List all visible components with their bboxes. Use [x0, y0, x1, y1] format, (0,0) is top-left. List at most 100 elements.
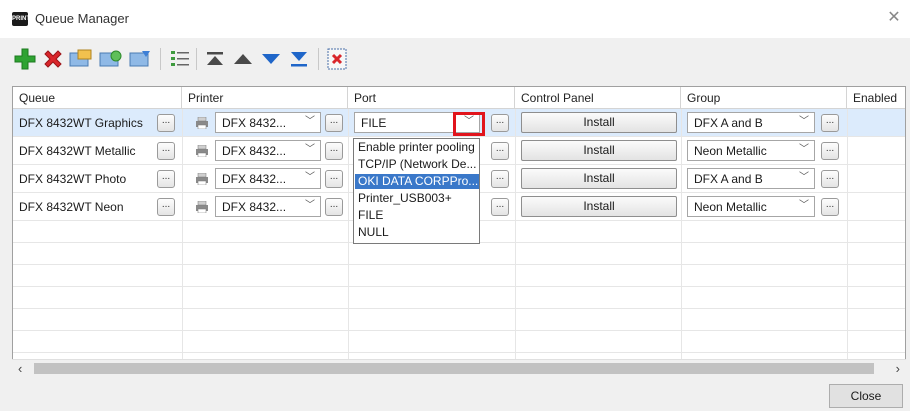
- group-select[interactable]: DFX A and B ﹀: [687, 168, 815, 189]
- group-select[interactable]: Neon Metallic ﹀: [687, 140, 815, 161]
- empty-row: [13, 331, 905, 353]
- queue-ellipsis-button[interactable]: ...: [157, 114, 175, 132]
- printer-select[interactable]: DFX 8432... ﹀: [215, 168, 321, 189]
- port-ellipsis-button[interactable]: ...: [491, 170, 509, 188]
- port-ellipsis-button[interactable]: ...: [491, 114, 509, 132]
- move-up-icon[interactable]: [230, 46, 256, 72]
- install-button[interactable]: Install: [521, 196, 677, 217]
- column-divider: [182, 109, 183, 375]
- queue-ellipsis-button[interactable]: ...: [157, 142, 175, 160]
- port-ellipsis-button[interactable]: ...: [491, 142, 509, 160]
- app-logo-icon: PRINT: [12, 12, 30, 26]
- dropdown-option[interactable]: FILE: [355, 208, 479, 223]
- printer-select-value: DFX 8432...: [222, 144, 287, 158]
- toolbar-separator: [318, 48, 319, 70]
- chevron-down-icon[interactable]: ﹀: [304, 171, 316, 185]
- group-select-value: Neon Metallic: [694, 200, 767, 214]
- printer-icon: [196, 173, 208, 185]
- move-bottom-icon[interactable]: [286, 46, 312, 72]
- column-divider: [681, 109, 682, 375]
- printer-icon: [196, 201, 208, 213]
- printer-select-value: DFX 8432...: [222, 116, 287, 130]
- install-button[interactable]: Install: [521, 168, 677, 189]
- port-select-value: FILE: [361, 116, 387, 130]
- queue-name: DFX 8432WT Graphics: [19, 116, 143, 130]
- group-select[interactable]: Neon Metallic ﹀: [687, 196, 815, 217]
- printer-select-value: DFX 8432...: [222, 200, 287, 214]
- dropdown-option[interactable]: Printer_USB003+: [355, 191, 479, 206]
- move-down-icon[interactable]: [258, 46, 284, 72]
- install-button[interactable]: Install: [521, 140, 677, 161]
- column-divider: [348, 109, 349, 375]
- window-close-icon[interactable]: ✕: [884, 8, 904, 28]
- printer-ellipsis-button[interactable]: ...: [325, 198, 343, 216]
- port-dropdown-list: Enable printer pooling TCP/IP (Network D…: [353, 138, 480, 244]
- chevron-down-icon[interactable]: ﹀: [798, 199, 810, 213]
- chevron-down-icon[interactable]: ﹀: [798, 171, 810, 185]
- scroll-right-icon[interactable]: ›: [896, 361, 900, 376]
- column-divider: [515, 109, 516, 375]
- list-properties-icon[interactable]: [167, 46, 193, 72]
- title-bar: PRINT Queue Manager ✕: [0, 0, 910, 38]
- grid-header: Queue Printer Port Control Panel Group E…: [13, 87, 905, 109]
- dropdown-option[interactable]: TCP/IP (Network De...: [355, 157, 479, 172]
- group-ellipsis-button[interactable]: ...: [821, 170, 839, 188]
- printer-ellipsis-button[interactable]: ...: [325, 114, 343, 132]
- group-select[interactable]: DFX A and B ﹀: [687, 112, 815, 133]
- dropdown-option[interactable]: NULL: [355, 225, 479, 240]
- highlight-callout-box: [453, 112, 485, 136]
- install-button[interactable]: Install: [521, 112, 677, 133]
- clear-all-icon[interactable]: [324, 46, 350, 72]
- delete-icon[interactable]: [40, 46, 66, 72]
- queue-folder-icon[interactable]: [68, 46, 94, 72]
- chevron-down-icon[interactable]: ﹀: [304, 199, 316, 213]
- empty-row: [13, 243, 905, 265]
- column-header-control-panel[interactable]: Control Panel: [515, 87, 681, 109]
- column-header-queue[interactable]: Queue: [13, 87, 182, 109]
- group-ellipsis-button[interactable]: ...: [821, 198, 839, 216]
- printer-select[interactable]: DFX 8432... ﹀: [215, 140, 321, 161]
- queue-ellipsis-button[interactable]: ...: [157, 170, 175, 188]
- column-header-enabled[interactable]: Enabled: [847, 87, 905, 109]
- dropdown-option[interactable]: Enable printer pooling: [355, 140, 479, 155]
- toolbar-separator: [196, 48, 197, 70]
- column-header-printer[interactable]: Printer: [182, 87, 348, 109]
- queue-name: DFX 8432WT Neon: [19, 200, 124, 214]
- toolbar: [0, 38, 910, 82]
- queue-import-icon[interactable]: [128, 46, 154, 72]
- printer-icon: [196, 145, 208, 157]
- column-divider: [847, 109, 848, 375]
- column-header-port[interactable]: Port: [348, 87, 515, 109]
- chevron-down-icon[interactable]: ﹀: [798, 115, 810, 129]
- printer-ellipsis-button[interactable]: ...: [325, 170, 343, 188]
- queue-name: DFX 8432WT Metallic: [19, 144, 136, 158]
- add-icon[interactable]: [12, 46, 38, 72]
- group-ellipsis-button[interactable]: ...: [821, 114, 839, 132]
- dropdown-option-highlighted[interactable]: OKI DATA CORPPro...: [355, 174, 479, 189]
- printer-select[interactable]: DFX 8432... ﹀: [215, 112, 321, 133]
- queue-refresh-icon[interactable]: [98, 46, 124, 72]
- chevron-down-icon[interactable]: ﹀: [304, 143, 316, 157]
- queue-ellipsis-button[interactable]: ...: [157, 198, 175, 216]
- chevron-down-icon[interactable]: ﹀: [304, 115, 316, 129]
- move-top-icon[interactable]: [202, 46, 228, 72]
- scroll-left-icon[interactable]: ‹: [18, 361, 22, 376]
- printer-icon: [196, 117, 208, 129]
- group-select-value: Neon Metallic: [694, 144, 767, 158]
- empty-row: [13, 309, 905, 331]
- printer-select[interactable]: DFX 8432... ﹀: [215, 196, 321, 217]
- chevron-down-icon[interactable]: ﹀: [798, 143, 810, 157]
- queue-name: DFX 8432WT Photo: [19, 172, 127, 186]
- toolbar-separator: [160, 48, 161, 70]
- group-ellipsis-button[interactable]: ...: [821, 142, 839, 160]
- printer-ellipsis-button[interactable]: ...: [325, 142, 343, 160]
- empty-row: [13, 287, 905, 309]
- horizontal-scrollbar[interactable]: ‹ ›: [12, 359, 906, 376]
- close-button[interactable]: Close: [829, 384, 903, 408]
- empty-row: [13, 265, 905, 287]
- window-title: Queue Manager: [35, 11, 129, 26]
- column-header-group[interactable]: Group: [681, 87, 847, 109]
- scrollbar-thumb[interactable]: [34, 363, 874, 374]
- port-ellipsis-button[interactable]: ...: [491, 198, 509, 216]
- group-select-value: DFX A and B: [694, 116, 763, 130]
